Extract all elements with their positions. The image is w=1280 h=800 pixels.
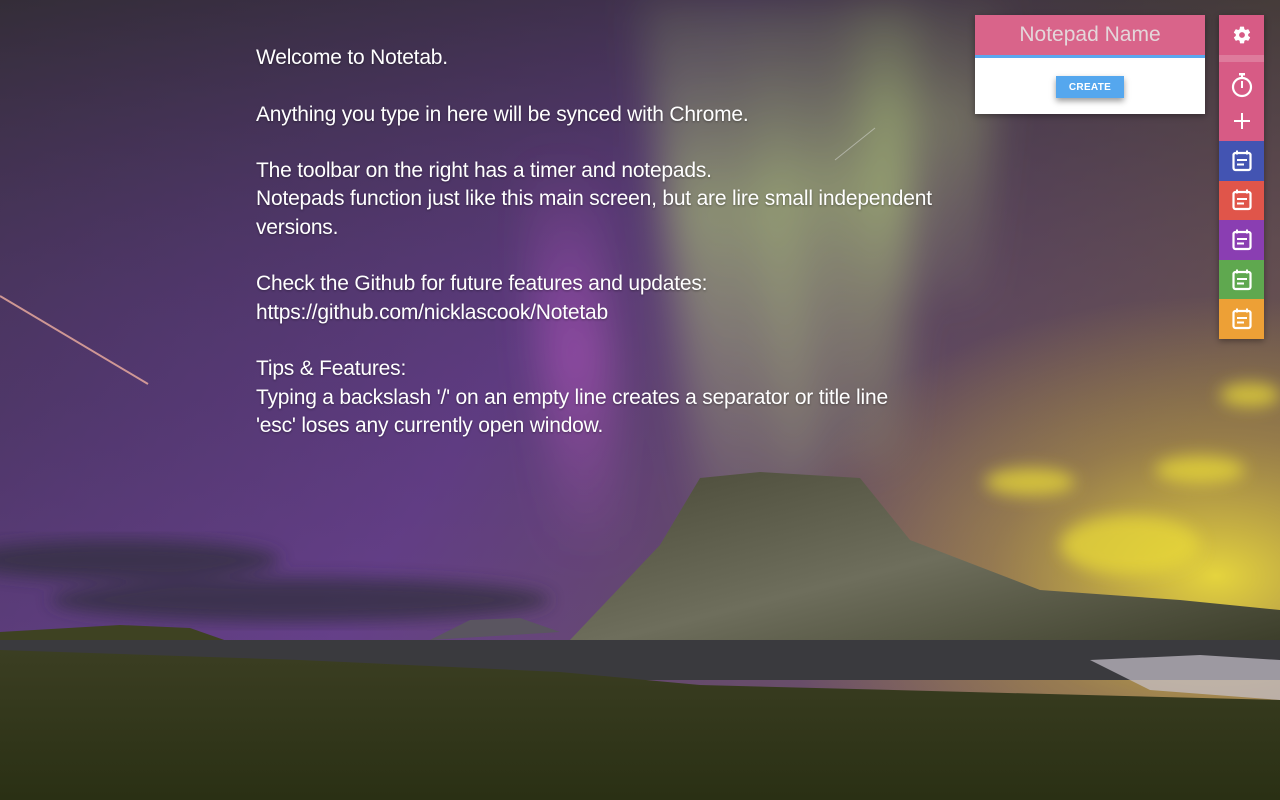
- notepad-icon: [1231, 150, 1252, 171]
- notepad-icon: [1231, 229, 1252, 251]
- add-notepad-button[interactable]: [1219, 106, 1264, 136]
- notepad-name-input[interactable]: [975, 15, 1205, 58]
- notepad-icon: [1231, 269, 1252, 290]
- right-toolbar: [1219, 15, 1264, 339]
- notepad-icon: [1231, 189, 1252, 211]
- notepad-icon: [1231, 308, 1252, 330]
- notepad-button-3[interactable]: [1219, 220, 1264, 260]
- stopwatch-icon: [1231, 73, 1252, 98]
- toolbar-divider: [1219, 55, 1264, 62]
- timer-button[interactable]: [1219, 70, 1264, 100]
- settings-button[interactable]: [1219, 15, 1264, 55]
- create-notepad-button[interactable]: CREATE: [1056, 76, 1124, 98]
- notepad-button-2[interactable]: [1219, 180, 1264, 221]
- notepad-button-4[interactable]: [1219, 259, 1264, 300]
- gear-icon: [1233, 26, 1250, 44]
- new-notepad-popup: CREATE: [975, 15, 1205, 114]
- toolbar-actions: [1219, 62, 1264, 141]
- main-note-editor[interactable]: Welcome to Notetab. Anything you type in…: [256, 44, 936, 440]
- notepad-button-5[interactable]: [1219, 299, 1264, 339]
- notepad-list: [1219, 141, 1264, 339]
- plus-icon: [1233, 113, 1250, 129]
- notepad-button-1[interactable]: [1219, 141, 1264, 181]
